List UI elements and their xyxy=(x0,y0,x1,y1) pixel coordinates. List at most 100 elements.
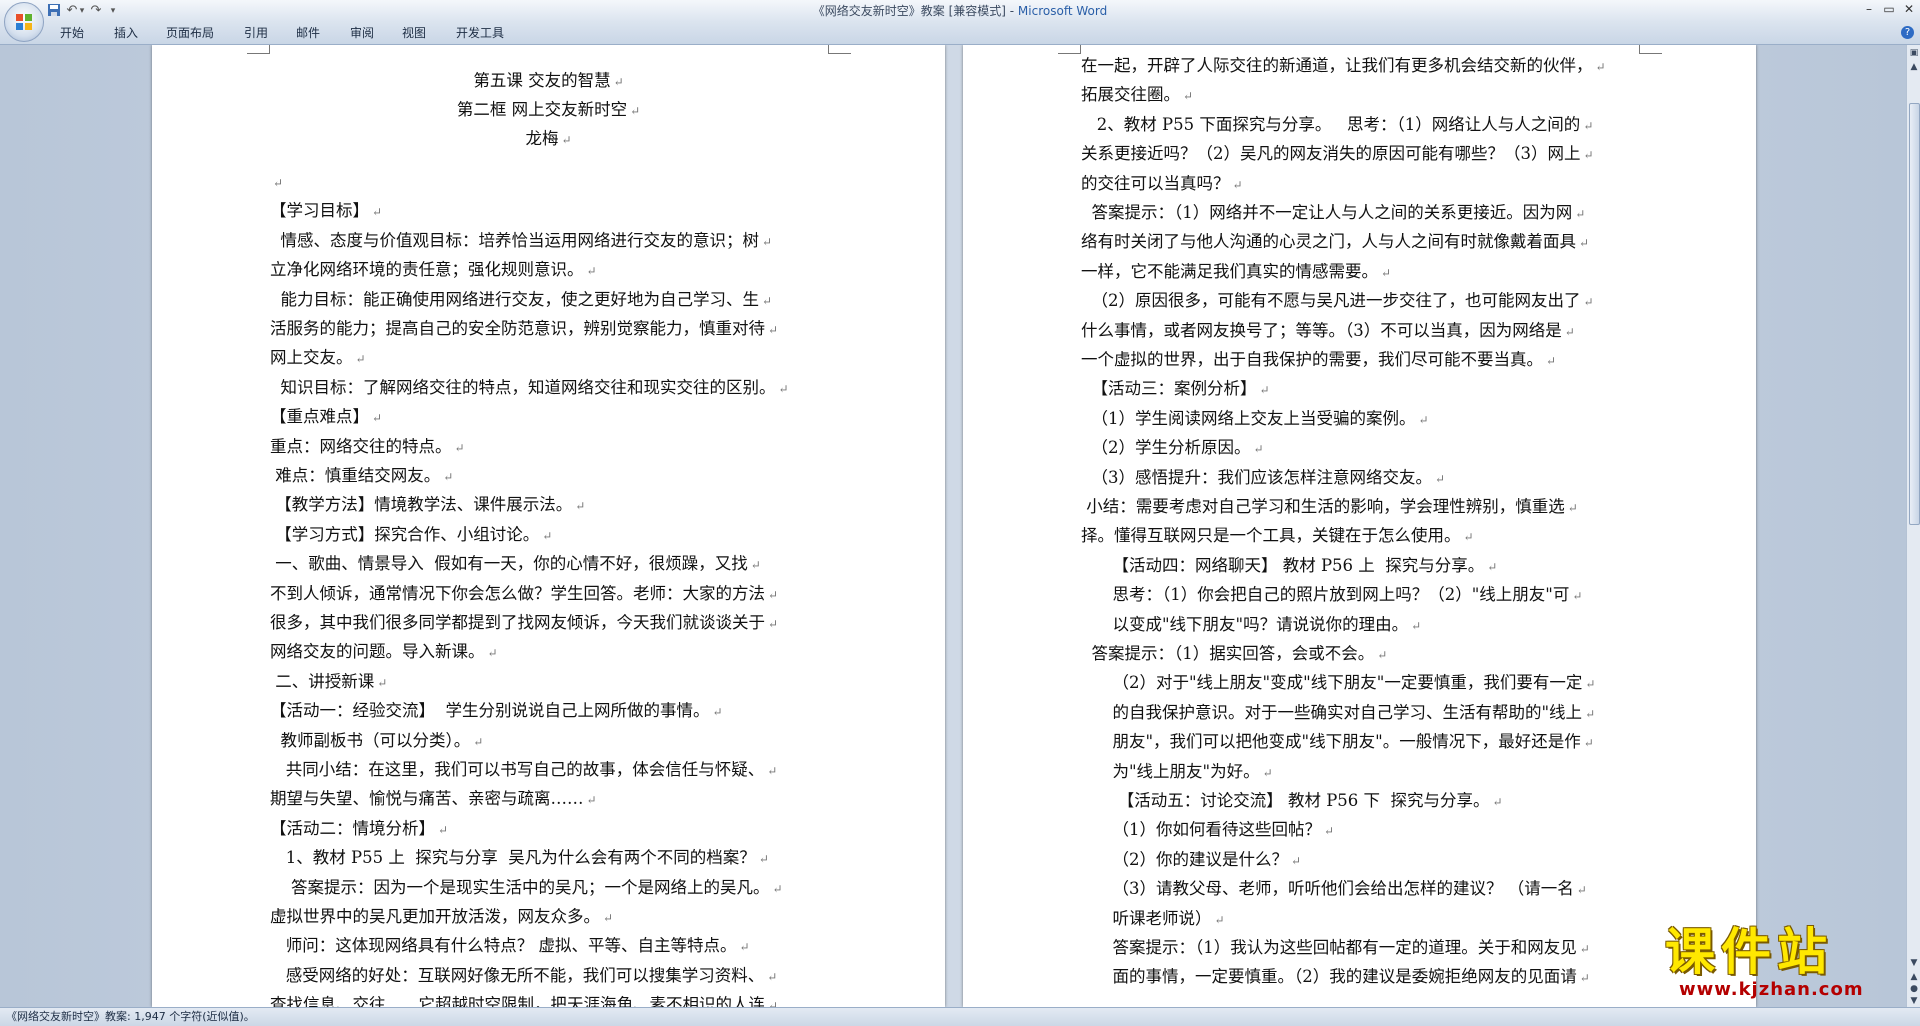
lesson-author: 龙梅 ↵ xyxy=(525,129,572,148)
paragraph-mark-icon: ↵ xyxy=(758,852,769,867)
text-line: 不到人倾诉，通常情况下你会怎么做？学生回答。老师：大家的方法 ↵ xyxy=(270,583,779,603)
text-line: 【教学方法】情境教学法、课件展示法。 ↵ xyxy=(270,495,586,515)
browse-object-icon[interactable]: ● xyxy=(1908,983,1920,995)
paragraph-mark-icon: ↵ xyxy=(1585,706,1596,721)
paragraph-mark-icon: ↵ xyxy=(1418,412,1429,427)
tab-review[interactable]: 审阅 xyxy=(346,25,378,41)
previous-page-icon[interactable]: ▲ xyxy=(1908,971,1920,983)
scroll-thumb[interactable] xyxy=(1909,103,1920,525)
paragraph-mark-icon: ↵ xyxy=(1253,442,1264,457)
paragraph-mark-icon: ↵ xyxy=(712,705,723,720)
text-line: 拓展交往圈。 ↵ xyxy=(1081,85,1194,105)
text-line: （3）请教父母、老师，听听他们会给出怎样的建议？ （请一名 ↵ xyxy=(1081,879,1587,899)
maximize-button[interactable]: ▭ xyxy=(1878,0,1900,18)
text-line: 答案提示：（1）据实回答，会或不会。 ↵ xyxy=(1081,644,1388,663)
title-bar: ↶ ▾ ↷ ▾ 《网络交友新时空》教案 [兼容模式] - Microsoft W… xyxy=(0,0,1920,42)
text-line: 【学习方式】探究合作、小组讨论。 ↵ xyxy=(270,524,553,544)
paragraph-mark-icon: ↵ xyxy=(1546,354,1557,368)
paragraph-mark-icon: ↵ xyxy=(1576,883,1587,898)
tab-home[interactable]: 开始 xyxy=(56,25,88,41)
paragraph-mark-icon: ↵ xyxy=(473,734,484,749)
paragraph-mark-icon: ↵ xyxy=(377,675,388,690)
paragraph-mark-icon: ↵ xyxy=(1579,971,1590,986)
tab-references[interactable]: 引用 xyxy=(240,25,272,41)
left-page[interactable]: 第五课 交友的智慧 ↵ 第二框 网上交友新时空 ↵ 龙梅 ↵ ↵ 【学习目标】 ↵ 情感、… xyxy=(152,45,945,1007)
paragraph-mark-icon: ↵ xyxy=(1323,824,1335,839)
paragraph-mark-icon: ↵ xyxy=(778,381,789,396)
text-line: 的自我保护意识。对于一些确实对自己学习、生活有帮助的"线上 ↵ xyxy=(1081,702,1596,722)
next-page-icon[interactable]: ▼ xyxy=(1908,995,1920,1007)
text-line: 一、歌曲、情景导入 假如有一天，你的心情不好，很烦躁，又找 ↵ xyxy=(270,554,761,574)
paragraph-mark-icon: ↵ xyxy=(1595,60,1606,74)
paragraph-mark-icon: ↵ xyxy=(542,528,553,543)
vertical-scrollbar[interactable]: ▣ ▲ ▼ ▲ ● ▼ xyxy=(1906,45,1920,1007)
text-line: 虚拟世界中的吴凡更加开放活泼，网友众多。 ↵ xyxy=(270,907,614,926)
scroll-down-icon[interactable]: ▼ xyxy=(1908,957,1920,969)
minimize-button[interactable]: – xyxy=(1858,0,1880,18)
text-line: 情感、态度与价值观目标：培养恰当运用网络进行交友的意识；树 ↵ xyxy=(270,230,773,250)
paragraph-mark-icon: ↵ xyxy=(1575,207,1586,221)
ruler-toggle-icon[interactable]: ▣ xyxy=(1908,47,1920,59)
help-icon[interactable]: ? xyxy=(1901,26,1914,39)
status-bar: 《网络交友新时空》教案: 1,947 个字符(近似值)。 xyxy=(0,1007,1920,1026)
paragraph-mark-icon: ↵ xyxy=(273,176,284,190)
text-line: 在一起，开辟了人际交往的新通道，让我们有更多机会结交新的伙伴， ↵ xyxy=(1081,56,1606,75)
text-line: 活服务的能力；提高自己的安全防范意识，辨别觉察能力，慎重对待 ↵ xyxy=(270,319,779,338)
text-line: 立净化网络环境的责任意；强化规则意识。 ↵ xyxy=(270,260,597,280)
tab-page-layout[interactable]: 页面布局 xyxy=(162,25,218,41)
paragraph-mark-icon: ↵ xyxy=(372,205,383,220)
watermark-main: 课件站 xyxy=(1665,923,1833,981)
paragraph-mark-icon: ↵ xyxy=(750,558,761,573)
paragraph-mark-icon: ↵ xyxy=(372,411,383,426)
kjzhan-watermark: 课件站 www.kjzhan.com xyxy=(1665,925,1905,1005)
paragraph-mark-icon: ↵ xyxy=(1262,765,1273,780)
text-line: （2）对于"线上朋友"变成"线下朋友"一定要慎重，我们要有一定 ↵ xyxy=(1081,673,1596,693)
paragraph-mark-icon: ↵ xyxy=(739,940,750,955)
text-line: 为"线上朋友"为好。 ↵ xyxy=(1081,761,1273,781)
status-word-count[interactable]: 《网络交友新时空》教案: 1,947 个字符(近似值)。 xyxy=(6,1008,255,1026)
paragraph-mark-icon: ↵ xyxy=(487,646,498,661)
tab-insert[interactable]: 插入 xyxy=(110,25,142,41)
paragraph-mark-icon: ↵ xyxy=(1583,295,1594,310)
text-line: 【重点难点】 ↵ xyxy=(270,407,383,427)
app-name: Microsoft Word xyxy=(1017,4,1108,18)
paragraph-mark-icon: ↵ xyxy=(1377,648,1388,662)
right-page[interactable]: 在一起，开辟了人际交往的新通道，让我们有更多机会结交新的伙伴， ↵ 拓展交往圈。 ↵ … xyxy=(963,45,1756,1007)
scroll-up-icon[interactable]: ▲ xyxy=(1908,61,1920,73)
paragraph-mark-icon: ↵ xyxy=(1214,912,1225,927)
text-line: 网上交友。 ↵ xyxy=(270,348,366,368)
paragraph-mark-icon: ↵ xyxy=(1572,589,1583,604)
paragraph-mark-icon: ↵ xyxy=(1583,148,1594,163)
text-line: 难点：慎重结交网友。 ↵ xyxy=(270,466,454,485)
text-line: 知识目标：了解网络交往的特点，知道网络交往和现实交往的区别。 ↵ xyxy=(270,377,789,397)
paragraph-mark-icon: ↵ xyxy=(443,470,454,484)
paragraph-mark-icon: ↵ xyxy=(768,617,779,631)
paragraph-mark-icon: ↵ xyxy=(1411,618,1422,633)
tab-developer[interactable]: 开发工具 xyxy=(452,25,508,41)
tab-mailings[interactable]: 邮件 xyxy=(292,25,324,41)
paragraph-mark-icon: ↵ xyxy=(586,793,597,808)
tab-view[interactable]: 视图 xyxy=(398,25,430,41)
paragraph-mark-icon: ↵ xyxy=(438,822,449,837)
window-title: 《网络交友新时空》教案 [兼容模式] - Microsoft Word xyxy=(0,0,1920,22)
paragraph-mark-icon: ↵ xyxy=(1381,265,1392,280)
close-button[interactable]: ✕ xyxy=(1898,0,1920,18)
paragraph-mark-icon: ↵ xyxy=(767,969,778,984)
office-button[interactable] xyxy=(4,2,44,42)
paragraph-mark-icon: ↵ xyxy=(1564,324,1575,339)
paragraph-mark-icon: ↵ xyxy=(1435,471,1446,486)
paragraph-mark-icon: ↵ xyxy=(762,234,773,249)
text-line: 朋友"，我们可以把他变成"线下朋友"。一般情况下，最好还是作 ↵ xyxy=(1081,732,1594,752)
text-line: 1、教材 P55 上 探究与分享 吴凡为什么会有两个不同的档案？ ↵ xyxy=(270,848,769,868)
paragraph-mark-icon: ↵ xyxy=(603,911,614,925)
text-line: 答案提示：因为一个是现实生活中的吴凡；一个是网络上的吴凡。 ↵ xyxy=(270,877,783,897)
paragraph-mark-icon: ↵ xyxy=(454,440,465,455)
text-line: 小结：需要考虑对自己学习和生活的影响，学会理性辨别，慎重选 ↵ xyxy=(1081,497,1578,516)
text-line: 择。懂得互联网只是一个工具，关键在于怎么使用。 ↵ xyxy=(1081,526,1474,546)
text-line: 感受网络的好处：互联网好像无所不能，我们可以搜集学习资料、 ↵ xyxy=(270,965,778,985)
paragraph-mark-icon: ↵ xyxy=(1583,118,1594,133)
document-workspace: 第五课 交友的智慧 ↵ 第二框 网上交友新时空 ↵ 龙梅 ↵ ↵ 【学习目标】 ↵ 情感、… xyxy=(0,45,1906,1007)
text-line: （3）感悟提升：我们应该怎样注意网络交友。 ↵ xyxy=(1081,467,1446,487)
text-line: （2）你的建议是什么？ ↵ xyxy=(1081,849,1302,869)
text-line: 【活动二：情境分析】 ↵ xyxy=(270,818,449,838)
